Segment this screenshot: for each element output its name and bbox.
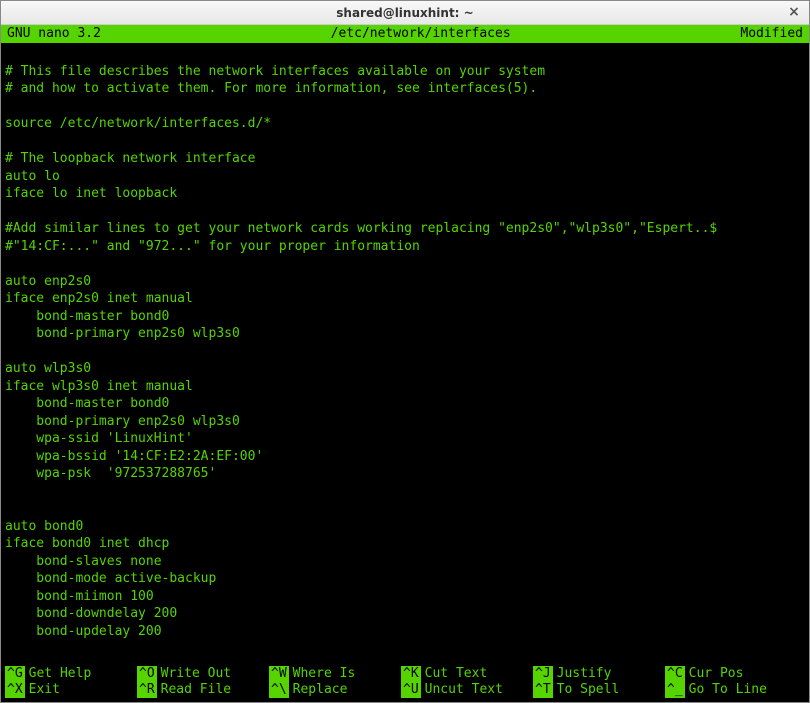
shortcut-replace[interactable]: ^\ Replace — [269, 682, 401, 698]
nano-shortcut-bar: ^G Get Help ^O Write Out ^W Where Is ^K … — [1, 663, 809, 702]
nano-modified-status: Modified — [740, 25, 803, 43]
shortcut-key: ^C — [665, 666, 685, 682]
shortcut-key: ^O — [137, 666, 157, 682]
shortcut-key: ^K — [401, 666, 421, 682]
close-icon: × — [788, 4, 800, 20]
shortcut-where-is[interactable]: ^W Where Is — [269, 666, 401, 682]
shortcut-label: Read File — [161, 682, 231, 698]
shortcut-key: ^U — [401, 682, 421, 698]
editor-content[interactable]: # This file describes the network interf… — [1, 43, 809, 663]
window-title: shared@linuxhint: ~ — [336, 6, 473, 20]
shortcut-to-spell[interactable]: ^T To Spell — [533, 682, 665, 698]
shortcut-label: Exit — [29, 682, 60, 698]
shortcut-key: ^_ — [665, 682, 685, 698]
shortcut-uncut-text[interactable]: ^U Uncut Text — [401, 682, 533, 698]
shortcut-key: ^\ — [269, 682, 289, 698]
shortcut-key: ^X — [5, 682, 25, 698]
shortcut-label: Where Is — [293, 666, 356, 682]
shortcut-label: Justify — [557, 666, 612, 682]
shortcut-row-2: ^X Exit ^R Read File ^\ Replace ^U Uncut… — [5, 682, 805, 698]
shortcut-cur-pos[interactable]: ^C Cur Pos — [665, 666, 797, 682]
shortcut-key: ^J — [533, 666, 553, 682]
shortcut-key: ^R — [137, 682, 157, 698]
shortcut-label: Write Out — [161, 666, 231, 682]
shortcut-label: To Spell — [557, 682, 620, 698]
shortcut-label: Replace — [293, 682, 348, 698]
nano-status-bar: GNU nano 3.2 /etc/network/interfaces Mod… — [1, 25, 809, 43]
shortcut-get-help[interactable]: ^G Get Help — [5, 666, 137, 682]
shortcut-key: ^G — [5, 666, 25, 682]
shortcut-key: ^T — [533, 682, 553, 698]
shortcut-row-1: ^G Get Help ^O Write Out ^W Where Is ^K … — [5, 666, 805, 682]
shortcut-label: Cur Pos — [689, 666, 744, 682]
nano-filename: /etc/network/interfaces — [101, 25, 740, 43]
shortcut-label: Go To Line — [689, 682, 767, 698]
shortcut-read-file[interactable]: ^R Read File — [137, 682, 269, 698]
shortcut-label: Cut Text — [425, 666, 488, 682]
nano-version: GNU nano 3.2 — [7, 25, 101, 43]
shortcut-go-to-line[interactable]: ^_ Go To Line — [665, 682, 797, 698]
window-titlebar[interactable]: shared@linuxhint: ~ × — [1, 1, 809, 25]
window-close-button[interactable]: × — [785, 3, 803, 21]
shortcut-key: ^W — [269, 666, 289, 682]
shortcut-label: Get Help — [29, 666, 92, 682]
shortcut-cut-text[interactable]: ^K Cut Text — [401, 666, 533, 682]
shortcut-write-out[interactable]: ^O Write Out — [137, 666, 269, 682]
terminal-window: shared@linuxhint: ~ × GNU nano 3.2 /etc/… — [0, 0, 810, 703]
shortcut-label: Uncut Text — [425, 682, 503, 698]
shortcut-exit[interactable]: ^X Exit — [5, 682, 137, 698]
shortcut-justify[interactable]: ^J Justify — [533, 666, 665, 682]
